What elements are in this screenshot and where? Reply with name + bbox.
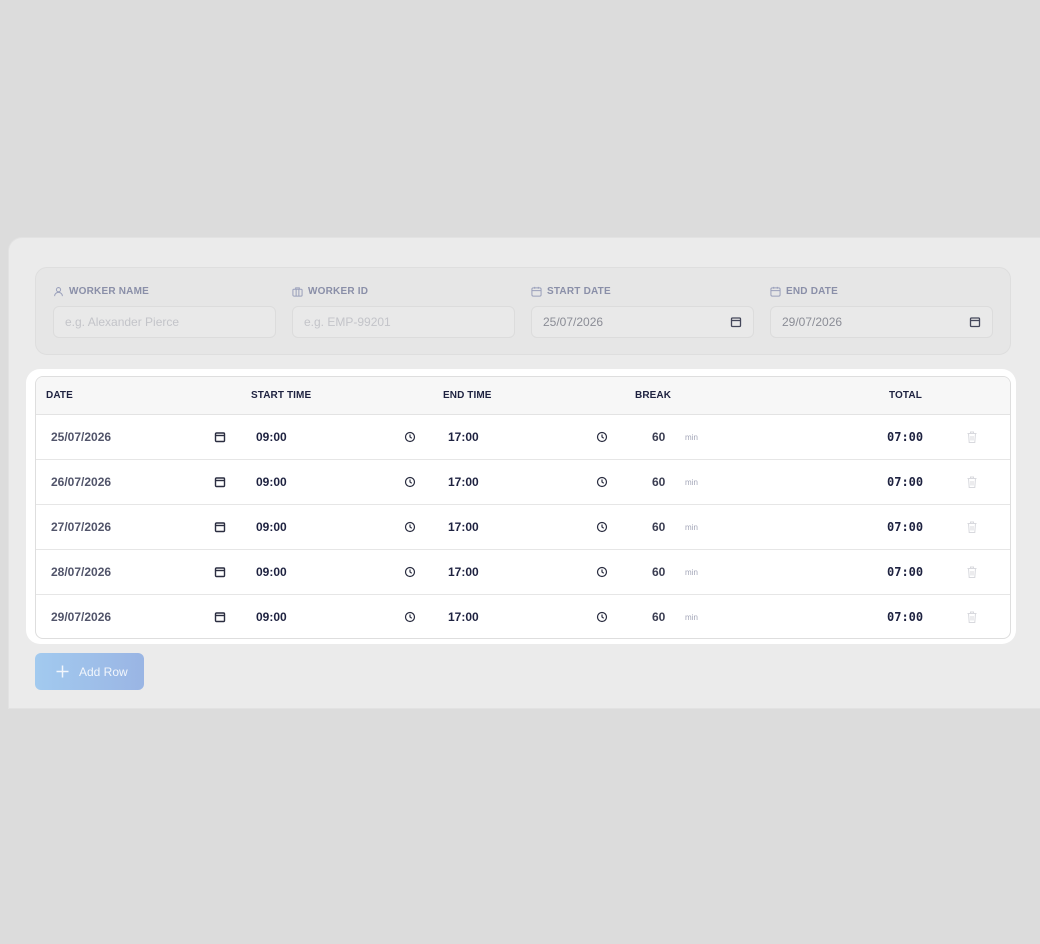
row-date-input[interactable]: 29/07/2026 bbox=[51, 610, 111, 624]
worker-details-card: WORKER NAME e.g. Alexander Pierce WORKER… bbox=[35, 267, 1011, 355]
row-start-time-input[interactable]: 09:00 bbox=[256, 565, 287, 579]
worker-id-placeholder: e.g. EMP-99201 bbox=[304, 315, 391, 329]
timesheet-table: DATE START TIME END TIME BREAK TOTAL 25/… bbox=[35, 376, 1011, 639]
row-end-time-input[interactable]: 17:00 bbox=[448, 475, 479, 489]
table-row: 26/07/2026 09:00 17:00 60 min 07:00 bbox=[36, 460, 1010, 505]
plus-icon bbox=[56, 665, 69, 678]
clock-icon[interactable] bbox=[404, 521, 416, 533]
table-row: 27/07/2026 09:00 17:00 60 min 07:00 bbox=[36, 505, 1010, 550]
table-row: 29/07/2026 09:00 17:00 60 min 07:00 bbox=[36, 595, 1010, 638]
row-date-input[interactable]: 27/07/2026 bbox=[51, 520, 111, 534]
row-total: 07:00 bbox=[887, 520, 924, 534]
table-row: 28/07/2026 09:00 17:00 60 min 07:00 bbox=[36, 550, 1010, 595]
clock-icon[interactable] bbox=[596, 521, 608, 533]
add-row-button[interactable]: Add Row bbox=[35, 653, 144, 690]
col-break: BREAK bbox=[635, 390, 672, 401]
row-total: 07:00 bbox=[887, 565, 924, 579]
col-end-time: END TIME bbox=[443, 390, 492, 401]
user-icon bbox=[54, 286, 63, 296]
end-date-value: 29/07/2026 bbox=[782, 315, 843, 329]
clock-icon[interactable] bbox=[596, 431, 608, 443]
break-unit: min bbox=[685, 433, 698, 442]
calendar-picker-icon[interactable] bbox=[214, 611, 226, 623]
row-break-input[interactable]: 60 bbox=[652, 565, 665, 579]
row-start-time-input[interactable]: 09:00 bbox=[256, 520, 287, 534]
calendar-picker-icon[interactable] bbox=[969, 316, 981, 328]
worker-name-field: WORKER NAME e.g. Alexander Pierce bbox=[53, 284, 276, 338]
clock-icon[interactable] bbox=[404, 611, 416, 623]
row-date-input[interactable]: 26/07/2026 bbox=[51, 475, 111, 489]
row-end-time-input[interactable]: 17:00 bbox=[448, 565, 479, 579]
calendar-picker-icon[interactable] bbox=[214, 521, 226, 533]
worker-name-label: WORKER NAME bbox=[69, 285, 149, 297]
calendar-picker-icon[interactable] bbox=[730, 316, 742, 328]
col-start-time: START TIME bbox=[251, 390, 312, 401]
col-total: TOTAL bbox=[889, 390, 922, 401]
row-break-input[interactable]: 60 bbox=[652, 610, 665, 624]
trash-icon[interactable] bbox=[966, 430, 978, 444]
break-unit: min bbox=[685, 613, 698, 622]
end-date-field: END DATE 29/07/2026 bbox=[770, 284, 993, 338]
clock-icon[interactable] bbox=[596, 476, 608, 488]
calendar-picker-icon[interactable] bbox=[214, 431, 226, 443]
end-date-input[interactable]: 29/07/2026 bbox=[770, 306, 993, 338]
calendar-picker-icon[interactable] bbox=[214, 566, 226, 578]
trash-icon[interactable] bbox=[966, 565, 978, 579]
row-start-time-input[interactable]: 09:00 bbox=[256, 475, 287, 489]
table-row: 25/07/2026 09:00 17:00 60 min 07:00 bbox=[36, 415, 1010, 460]
table-header: DATE START TIME END TIME BREAK TOTAL bbox=[36, 377, 1010, 415]
add-row-label: Add Row bbox=[79, 664, 128, 679]
break-unit: min bbox=[685, 478, 698, 487]
row-end-time-input[interactable]: 17:00 bbox=[448, 520, 479, 534]
trash-icon[interactable] bbox=[966, 475, 978, 489]
row-start-time-input[interactable]: 09:00 bbox=[256, 610, 287, 624]
row-date-input[interactable]: 25/07/2026 bbox=[51, 430, 111, 444]
clock-icon[interactable] bbox=[596, 566, 608, 578]
row-end-time-input[interactable]: 17:00 bbox=[448, 610, 479, 624]
start-date-value: 25/07/2026 bbox=[543, 315, 604, 329]
worker-name-input[interactable]: e.g. Alexander Pierce bbox=[53, 306, 276, 338]
worker-id-label: WORKER ID bbox=[308, 285, 369, 297]
row-break-input[interactable]: 60 bbox=[652, 475, 665, 489]
trash-icon[interactable] bbox=[966, 520, 978, 534]
trash-icon[interactable] bbox=[966, 610, 978, 624]
briefcase-icon bbox=[292, 286, 303, 297]
clock-icon[interactable] bbox=[404, 431, 416, 443]
worker-name-placeholder: e.g. Alexander Pierce bbox=[65, 315, 180, 329]
row-end-time-input[interactable]: 17:00 bbox=[448, 430, 479, 444]
row-total: 07:00 bbox=[887, 475, 924, 489]
row-total: 07:00 bbox=[887, 430, 924, 444]
clock-icon[interactable] bbox=[404, 476, 416, 488]
calendar-icon bbox=[770, 286, 781, 297]
row-start-time-input[interactable]: 09:00 bbox=[256, 430, 287, 444]
calendar-picker-icon[interactable] bbox=[214, 476, 226, 488]
row-total: 07:00 bbox=[887, 610, 924, 624]
break-unit: min bbox=[685, 568, 698, 577]
row-date-input[interactable]: 28/07/2026 bbox=[51, 565, 111, 579]
col-date: DATE bbox=[46, 390, 73, 401]
clock-icon[interactable] bbox=[404, 566, 416, 578]
calendar-icon bbox=[531, 286, 542, 297]
worker-id-field: WORKER ID e.g. EMP-99201 bbox=[292, 284, 515, 338]
break-unit: min bbox=[685, 523, 698, 532]
clock-icon[interactable] bbox=[596, 611, 608, 623]
start-date-input[interactable]: 25/07/2026 bbox=[531, 306, 754, 338]
row-break-input[interactable]: 60 bbox=[652, 520, 665, 534]
worker-id-input[interactable]: e.g. EMP-99201 bbox=[292, 306, 515, 338]
start-date-field: START DATE 25/07/2026 bbox=[531, 284, 754, 338]
start-date-label: START DATE bbox=[547, 285, 611, 297]
row-break-input[interactable]: 60 bbox=[652, 430, 665, 444]
end-date-label: END DATE bbox=[786, 285, 838, 297]
